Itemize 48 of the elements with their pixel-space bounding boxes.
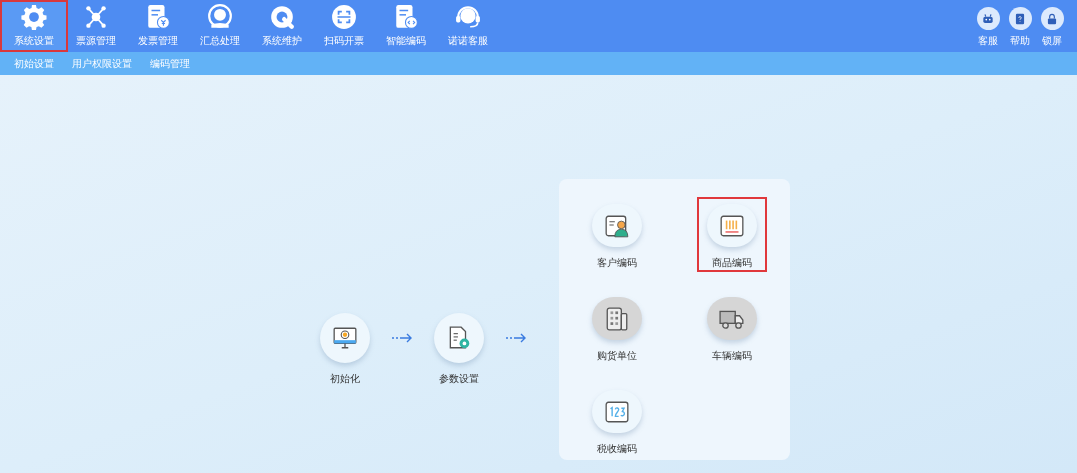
step-label: 参数设置 (439, 372, 479, 386)
feature-label: 商品编码 (712, 256, 753, 270)
step-label: 初始化 (330, 372, 360, 386)
invoice-icon (145, 4, 171, 30)
nav-tab[interactable]: 智能编码 (375, 0, 437, 52)
nav-tab[interactable]: 汇总处理 (189, 0, 251, 52)
nav-tab[interactable]: 诺诺客服 (437, 0, 499, 52)
nav-tab[interactable]: 票源管理 (65, 0, 127, 52)
lock-icon (1045, 11, 1059, 26)
gear-icon (21, 4, 47, 30)
monitor-icon (332, 325, 358, 351)
headset-icon (455, 4, 481, 30)
feature-item[interactable]: 客户编码 (581, 197, 652, 272)
arrow-icon (391, 332, 413, 343)
nav-tab[interactable]: 发票管理 (127, 0, 189, 52)
nav-tab[interactable]: 系统维护 (251, 0, 313, 52)
arrow-icon (505, 332, 527, 343)
tool-button[interactable] (1008, 7, 1032, 30)
selected-feature-frame[interactable]: 商品编码 (697, 197, 768, 272)
feature-label: 税收编码 (596, 442, 637, 456)
sub-nav-link[interactable]: 用户权限设置 (72, 56, 132, 71)
feature-button[interactable] (707, 204, 758, 247)
tool-label: 帮助 (1010, 34, 1030, 48)
feature-label: 购货单位 (596, 349, 637, 363)
feature-button[interactable] (320, 313, 370, 363)
feature-item[interactable]: 购货单位 (581, 290, 652, 365)
feature-label: 客户编码 (596, 256, 637, 270)
code-document-icon (393, 4, 419, 30)
help-book-icon (1013, 11, 1027, 26)
feature-button[interactable] (434, 313, 484, 363)
feature-button[interactable] (591, 297, 642, 340)
scan-icon (331, 4, 357, 30)
feature-button[interactable] (707, 297, 758, 340)
sub-nav-link[interactable]: 编码管理 (150, 56, 190, 71)
feature-item[interactable]: 车辆编码 (697, 290, 768, 365)
robot-icon (981, 11, 995, 26)
tool-label: 客服 (978, 34, 998, 48)
nav-tab[interactable]: 系统设置 (0, 0, 68, 52)
nav-tab[interactable]: 扫码开票 (313, 0, 375, 52)
feature-item[interactable]: 税收编码 (581, 383, 652, 458)
feature-button[interactable] (591, 390, 642, 433)
network-icon (83, 4, 109, 30)
tool-button[interactable] (1040, 7, 1064, 30)
tool-label: 锁屏 (1042, 34, 1062, 48)
tool-button[interactable] (976, 7, 1000, 30)
feature-button[interactable] (591, 204, 642, 247)
sub-nav-link[interactable]: 初始设置 (14, 56, 54, 71)
feature-label: 车辆编码 (712, 349, 753, 363)
